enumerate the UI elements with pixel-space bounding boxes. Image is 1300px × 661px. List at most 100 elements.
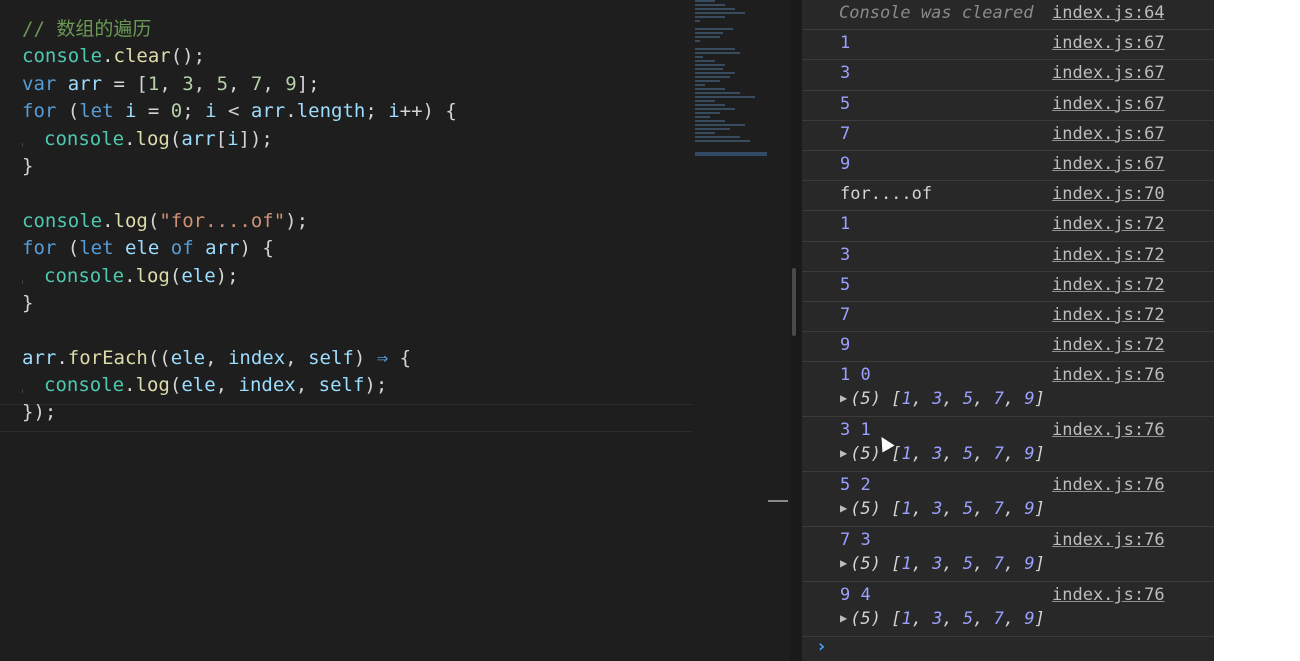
array-item: 9: [1024, 609, 1035, 630]
source-link[interactable]: index.js:70: [1052, 184, 1165, 204]
console-message-text: Console was cleared: [839, 3, 1034, 23]
array-item: 9: [1024, 389, 1035, 410]
code-token: console: [44, 264, 125, 287]
code-token: ele: [125, 237, 160, 260]
console-message-text: 5: [840, 93, 851, 114]
code-token: for: [22, 100, 57, 123]
source-link[interactable]: index.js:76: [1052, 530, 1165, 550]
source-link[interactable]: index.js:67: [1052, 63, 1165, 83]
source-link[interactable]: index.js:76: [1052, 585, 1165, 605]
source-link[interactable]: index.js:72: [1052, 335, 1165, 355]
source-link[interactable]: index.js:67: [1052, 94, 1165, 114]
array-preview[interactable]: ▶ (5) [1, 3, 5, 7, 9]: [840, 499, 1045, 519]
code-line[interactable]: console.log(arr[i]);: [22, 126, 457, 153]
array-item: 1: [901, 444, 912, 465]
code-line[interactable]: arr.forEach((ele, index, self) ⇒ {: [22, 345, 457, 372]
code-token: .: [124, 264, 136, 287]
code-token: ⇒: [376, 346, 389, 369]
code-editor[interactable]: // 数组的遍历 console.clear(); var arr = [1, 3,…: [0, 0, 790, 661]
code-token: = [: [102, 72, 148, 95]
source-link[interactable]: index.js:67: [1052, 124, 1165, 144]
source-link[interactable]: index.js:76: [1052, 475, 1165, 495]
console-message: 1 0 index.js:76 ▶ (5) [1, 3, 5, 7, 9]: [802, 362, 1214, 418]
minimap[interactable]: [695, 0, 770, 160]
expand-triangle-icon[interactable]: ▶: [840, 391, 847, 405]
console-message: 9 index.js:67: [802, 151, 1214, 182]
code-line[interactable]: [22, 317, 457, 344]
code-token: <: [216, 100, 251, 123]
minimap-line: [695, 84, 705, 86]
minimap-line: [695, 0, 715, 2]
code-line[interactable]: console.clear();: [22, 43, 457, 70]
code-line[interactable]: var arr = [1, 3, 5, 7, 9];: [22, 71, 457, 98]
array-preview[interactable]: ▶ (5) [1, 3, 5, 7, 9]: [840, 389, 1045, 409]
array-preview[interactable]: ▶ (5) [1, 3, 5, 7, 9]: [840, 609, 1045, 629]
code-token: ;: [182, 100, 206, 123]
array-item: 5: [962, 554, 974, 575]
expand-triangle-icon[interactable]: ▶: [840, 446, 847, 460]
code-token: }: [22, 154, 34, 177]
source-link[interactable]: index.js:72: [1052, 275, 1165, 295]
code-line[interactable]: console.log("for....of");: [22, 208, 457, 235]
minimap-slider[interactable]: [695, 152, 767, 156]
array-item: 3: [932, 609, 943, 630]
source-link[interactable]: index.js:72: [1052, 214, 1165, 234]
code-line[interactable]: });: [22, 399, 457, 426]
code-token: .: [124, 127, 136, 150]
code-line[interactable]: console.log(ele, index, self);: [22, 372, 457, 399]
minimap-line: [695, 116, 710, 118]
code-token: ) {: [239, 237, 274, 260]
code-token: 7: [250, 72, 263, 95]
code-line[interactable]: }: [22, 290, 457, 317]
minimap-line: [695, 60, 715, 62]
array-item: 7: [993, 444, 1004, 465]
chevron-right-icon[interactable]: ›: [816, 636, 827, 657]
code-token: log: [135, 127, 170, 150]
code-token: ,: [215, 374, 239, 397]
expand-triangle-icon[interactable]: ▶: [840, 611, 847, 625]
array-preview[interactable]: ▶ (5) [1, 3, 5, 7, 9]: [840, 554, 1045, 574]
source-link[interactable]: index.js:76: [1052, 420, 1165, 440]
splitter-handle[interactable]: [792, 268, 796, 336]
code-token: ,: [285, 346, 309, 369]
source-link[interactable]: index.js:64: [1052, 3, 1165, 23]
array-preview[interactable]: ▶ (5) [1, 3, 5, 7, 9]: [840, 444, 1045, 464]
expand-triangle-icon[interactable]: ▶: [840, 556, 847, 570]
minimap-line: [695, 76, 730, 78]
minimap-line: [695, 8, 735, 10]
code-token: // 数组的遍历: [22, 18, 152, 40]
code-line[interactable]: [22, 180, 457, 207]
source-link[interactable]: index.js:67: [1052, 33, 1165, 53]
array-item: 7: [993, 499, 1004, 520]
array-item: 3: [932, 389, 943, 410]
console-message: 5 index.js:72: [802, 272, 1214, 302]
code-token: }: [22, 291, 34, 314]
console-log-list: Console was cleared index.js:64 1 index.js:…: [802, 0, 1214, 638]
code-line[interactable]: console.log(ele);: [22, 263, 457, 290]
source-link[interactable]: index.js:72: [1052, 245, 1165, 265]
console-message: 9 4 index.js:76 ▶ (5) [1, 3, 5, 7, 9]: [802, 582, 1214, 638]
console-message-text: 3 1: [840, 420, 871, 441]
code-token: length: [296, 100, 366, 123]
source-link[interactable]: index.js:72: [1052, 305, 1165, 325]
minimap-line: [695, 40, 700, 42]
code-line[interactable]: for (let ele of arr) {: [22, 235, 457, 262]
devtools-console[interactable]: Console was cleared index.js:64 1 index.js:…: [802, 0, 1214, 661]
code-token: ,: [228, 72, 251, 95]
code-line[interactable]: // 数组的遍历: [22, 16, 457, 43]
code-token: .: [285, 100, 297, 123]
console-message-text: 9: [840, 153, 851, 174]
code-line[interactable]: }: [22, 153, 457, 180]
expand-triangle-icon[interactable]: ▶: [840, 501, 847, 515]
code-token: console: [22, 209, 103, 232]
console-message-text: 9: [840, 335, 851, 356]
code-lines[interactable]: // 数组的遍历 console.clear(); var arr = [1, 3,…: [22, 16, 457, 427]
source-link[interactable]: index.js:67: [1052, 154, 1165, 174]
source-link[interactable]: index.js:76: [1052, 365, 1165, 385]
code-token: ele: [181, 374, 216, 397]
code-line[interactable]: for (let i = 0; i < arr.length; i++) {: [22, 98, 457, 125]
minimap-line: [695, 136, 740, 138]
code-token: log: [113, 209, 148, 232]
